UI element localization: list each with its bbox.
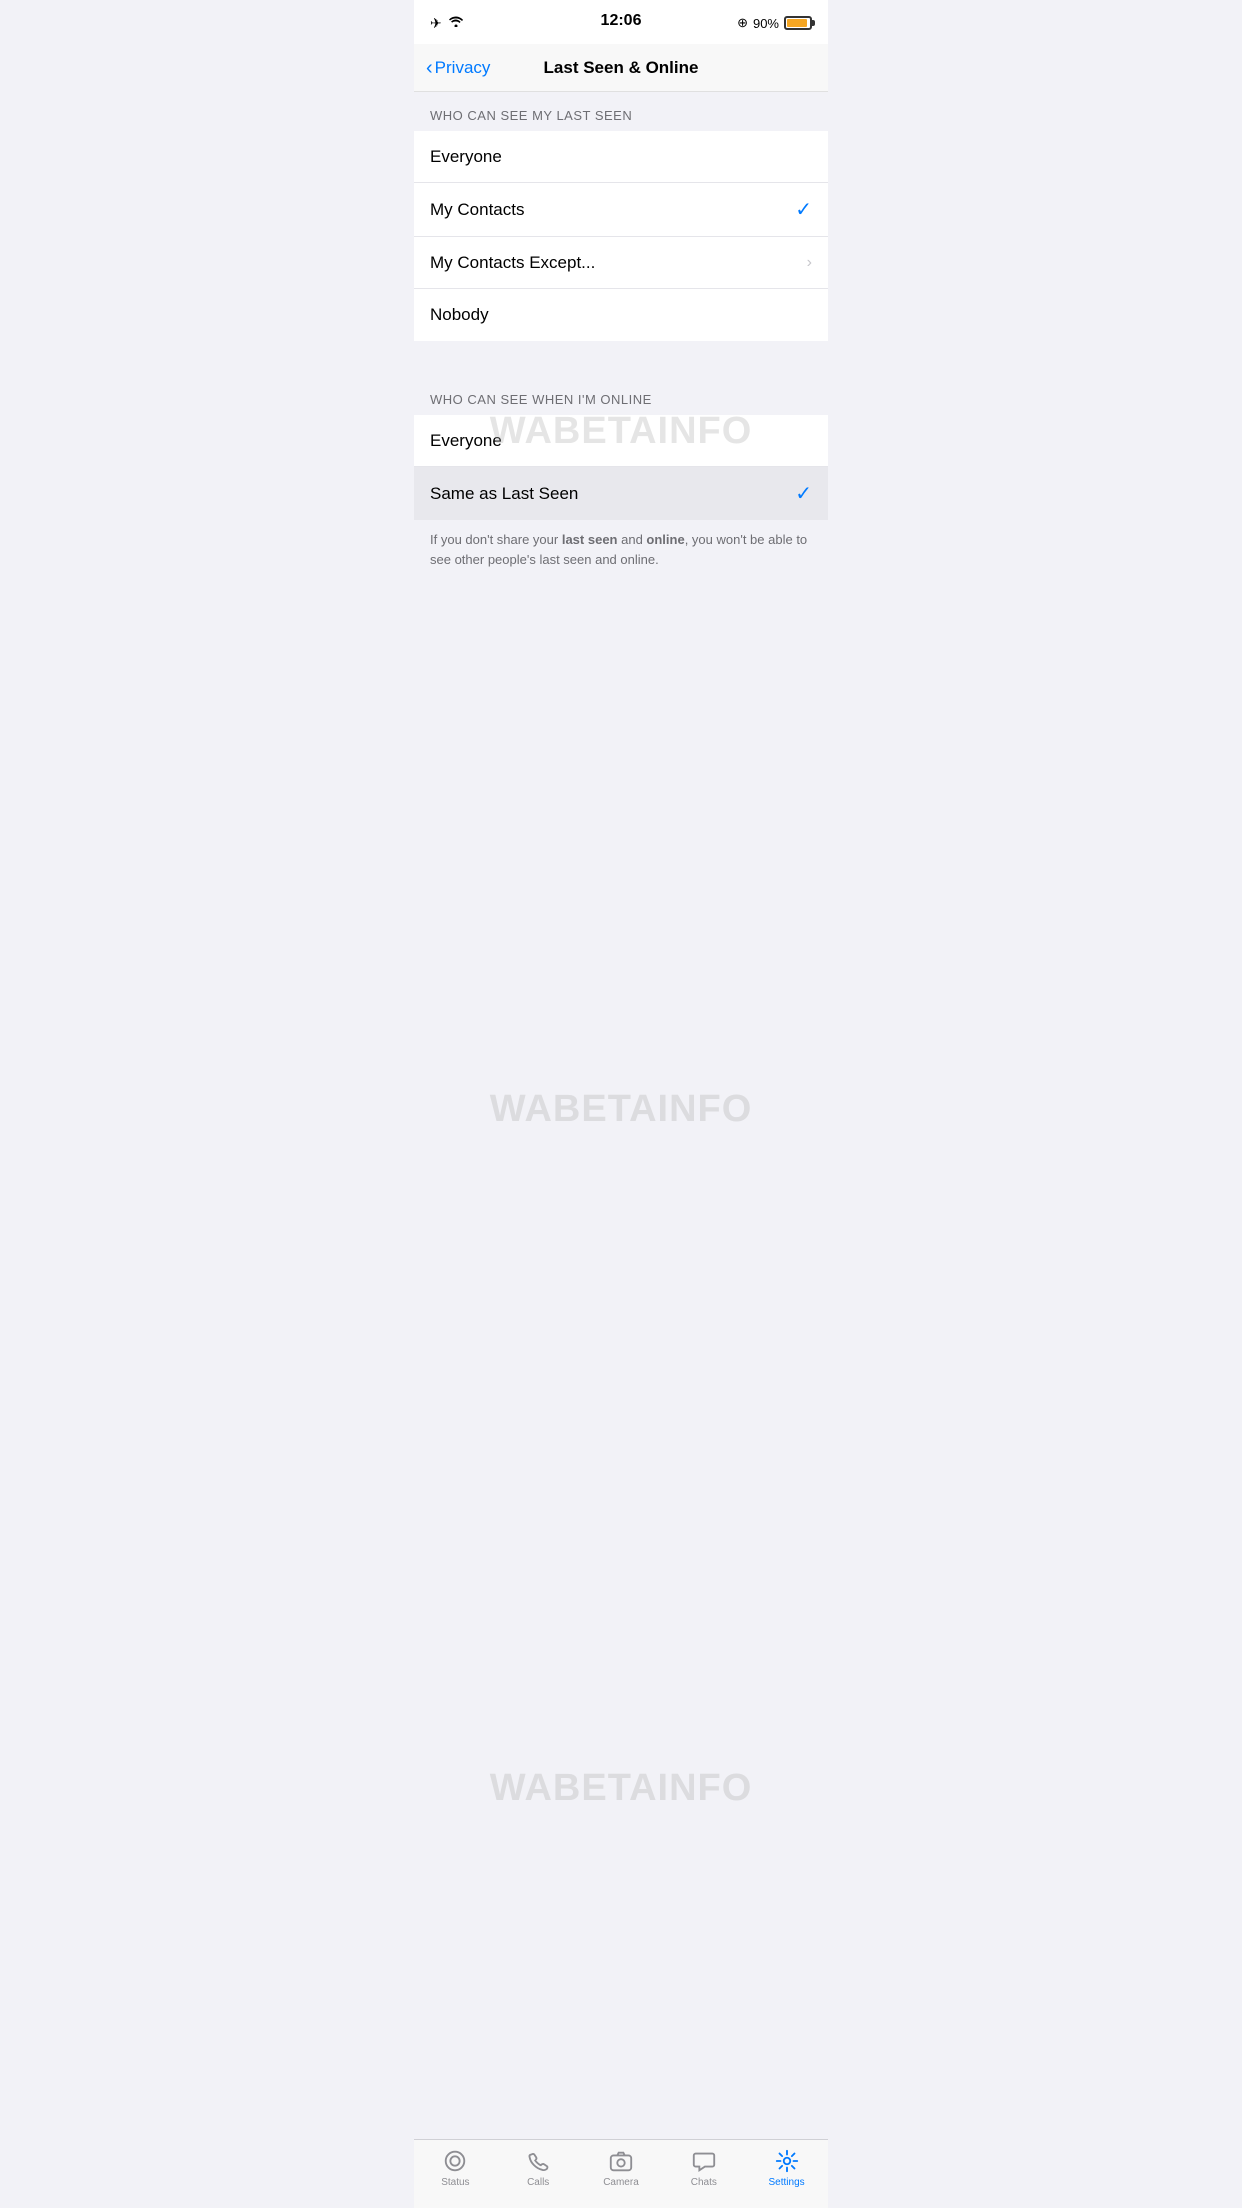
battery-percent: 90% xyxy=(753,16,779,31)
status-time: 12:06 xyxy=(601,12,642,30)
last-seen-option-everyone[interactable]: Everyone xyxy=(414,131,828,183)
online-option-everyone[interactable]: Everyone xyxy=(414,415,828,467)
info-prefix: If you don't share your xyxy=(430,532,562,547)
tab-calls[interactable]: Calls xyxy=(508,2148,568,2188)
back-label: Privacy xyxy=(435,58,491,78)
tab-settings[interactable]: Settings xyxy=(757,2148,817,2188)
info-middle: and xyxy=(618,532,647,547)
battery-fill xyxy=(787,19,807,27)
calls-icon xyxy=(525,2148,551,2174)
status-right: ⊕ 90% xyxy=(737,15,812,31)
last-seen-everyone-label: Everyone xyxy=(430,147,502,167)
last-seen-options-list: Everyone My Contacts ✓ My Contacts Excep… xyxy=(414,131,828,341)
tab-chats-label: Chats xyxy=(691,2177,717,2188)
tab-chats[interactable]: Chats xyxy=(674,2148,734,2188)
online-option-same-as-last-seen[interactable]: Same as Last Seen ✓ xyxy=(414,467,828,520)
last-seen-option-my-contacts[interactable]: My Contacts ✓ xyxy=(414,183,828,237)
tab-calls-label: Calls xyxy=(527,2177,549,2188)
tab-bar: Status Calls Camera Chats Settings xyxy=(414,2139,828,2208)
online-everyone-label: Everyone xyxy=(430,431,502,451)
online-section-header: WHO CAN SEE WHEN I'M ONLINE xyxy=(414,376,828,415)
tab-camera[interactable]: Camera xyxy=(591,2148,651,2188)
last-seen-my-contacts-checkmark: ✓ xyxy=(795,197,812,222)
nav-bar: ‹ Privacy Last Seen & Online xyxy=(414,44,828,92)
online-same-as-last-seen-checkmark: ✓ xyxy=(795,481,812,506)
info-bold-last-seen: last seen xyxy=(562,532,618,547)
orientation-lock-icon: ⊕ xyxy=(737,15,748,31)
battery-icon xyxy=(784,16,812,30)
my-contacts-except-chevron-icon: › xyxy=(807,254,812,272)
tab-camera-label: Camera xyxy=(603,2177,639,2188)
status-bar: ✈ 12:06 ⊕ 90% xyxy=(414,0,828,44)
info-bold-online: online xyxy=(646,532,684,547)
camera-icon xyxy=(608,2148,634,2174)
wifi-icon xyxy=(448,14,464,32)
status-icon xyxy=(442,2148,468,2174)
airplane-icon: ✈ xyxy=(430,15,442,32)
settings-icon xyxy=(774,2148,800,2174)
last-seen-section-header: WHO CAN SEE MY LAST SEEN xyxy=(414,92,828,131)
tab-settings-label: Settings xyxy=(769,2177,805,2188)
last-seen-option-my-contacts-except[interactable]: My Contacts Except... › xyxy=(414,237,828,289)
back-chevron-icon: ‹ xyxy=(426,58,433,78)
back-button[interactable]: ‹ Privacy xyxy=(426,58,490,78)
last-seen-my-contacts-except-label: My Contacts Except... xyxy=(430,253,595,273)
main-content: WABetaInfo WABetaInfo WABetaInfo WHO CAN… xyxy=(414,92,828,665)
status-left: ✈ xyxy=(430,14,464,32)
last-seen-my-contacts-label: My Contacts xyxy=(430,200,524,220)
online-same-as-last-seen-label: Same as Last Seen xyxy=(430,484,578,504)
tab-status[interactable]: Status xyxy=(425,2148,485,2188)
last-seen-option-nobody[interactable]: Nobody xyxy=(414,289,828,341)
section-gap xyxy=(414,341,828,376)
info-text: If you don't share your last seen and on… xyxy=(414,520,828,585)
chats-icon xyxy=(691,2148,717,2174)
tab-status-label: Status xyxy=(441,2177,469,2188)
last-seen-nobody-label: Nobody xyxy=(430,305,489,325)
online-options-list: Everyone Same as Last Seen ✓ xyxy=(414,415,828,520)
page-title: Last Seen & Online xyxy=(544,58,699,78)
